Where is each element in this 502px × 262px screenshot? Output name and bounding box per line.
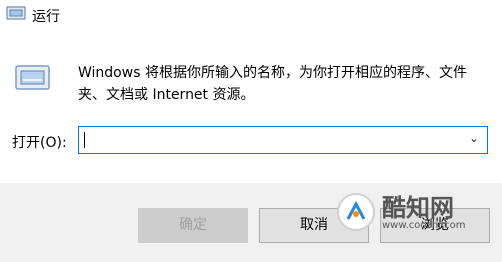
run-window-icon [6,6,26,20]
text-caret [84,132,85,148]
ok-button[interactable]: 确定 [138,208,248,243]
description-text: Windows 将根据你所输入的名称，为你打开相应的程序、文件夹、文档或 Int… [78,65,467,103]
watermark: 酷知网 www.coozhi.com [330,186,490,246]
title-bar[interactable]: 运行 [0,0,502,30]
open-label: 打开(O): [12,135,67,151]
run-program-icon [15,65,50,90]
watermark-text: 酷知网 [382,194,454,222]
window-title: 运行 [32,9,60,25]
chevron-down-icon[interactable]: ⌄ [469,131,479,145]
open-combobox[interactable]: ⌄ [78,126,488,154]
watermark-url: www.coozhi.com [382,220,466,231]
watermark-logo-icon [337,193,375,231]
